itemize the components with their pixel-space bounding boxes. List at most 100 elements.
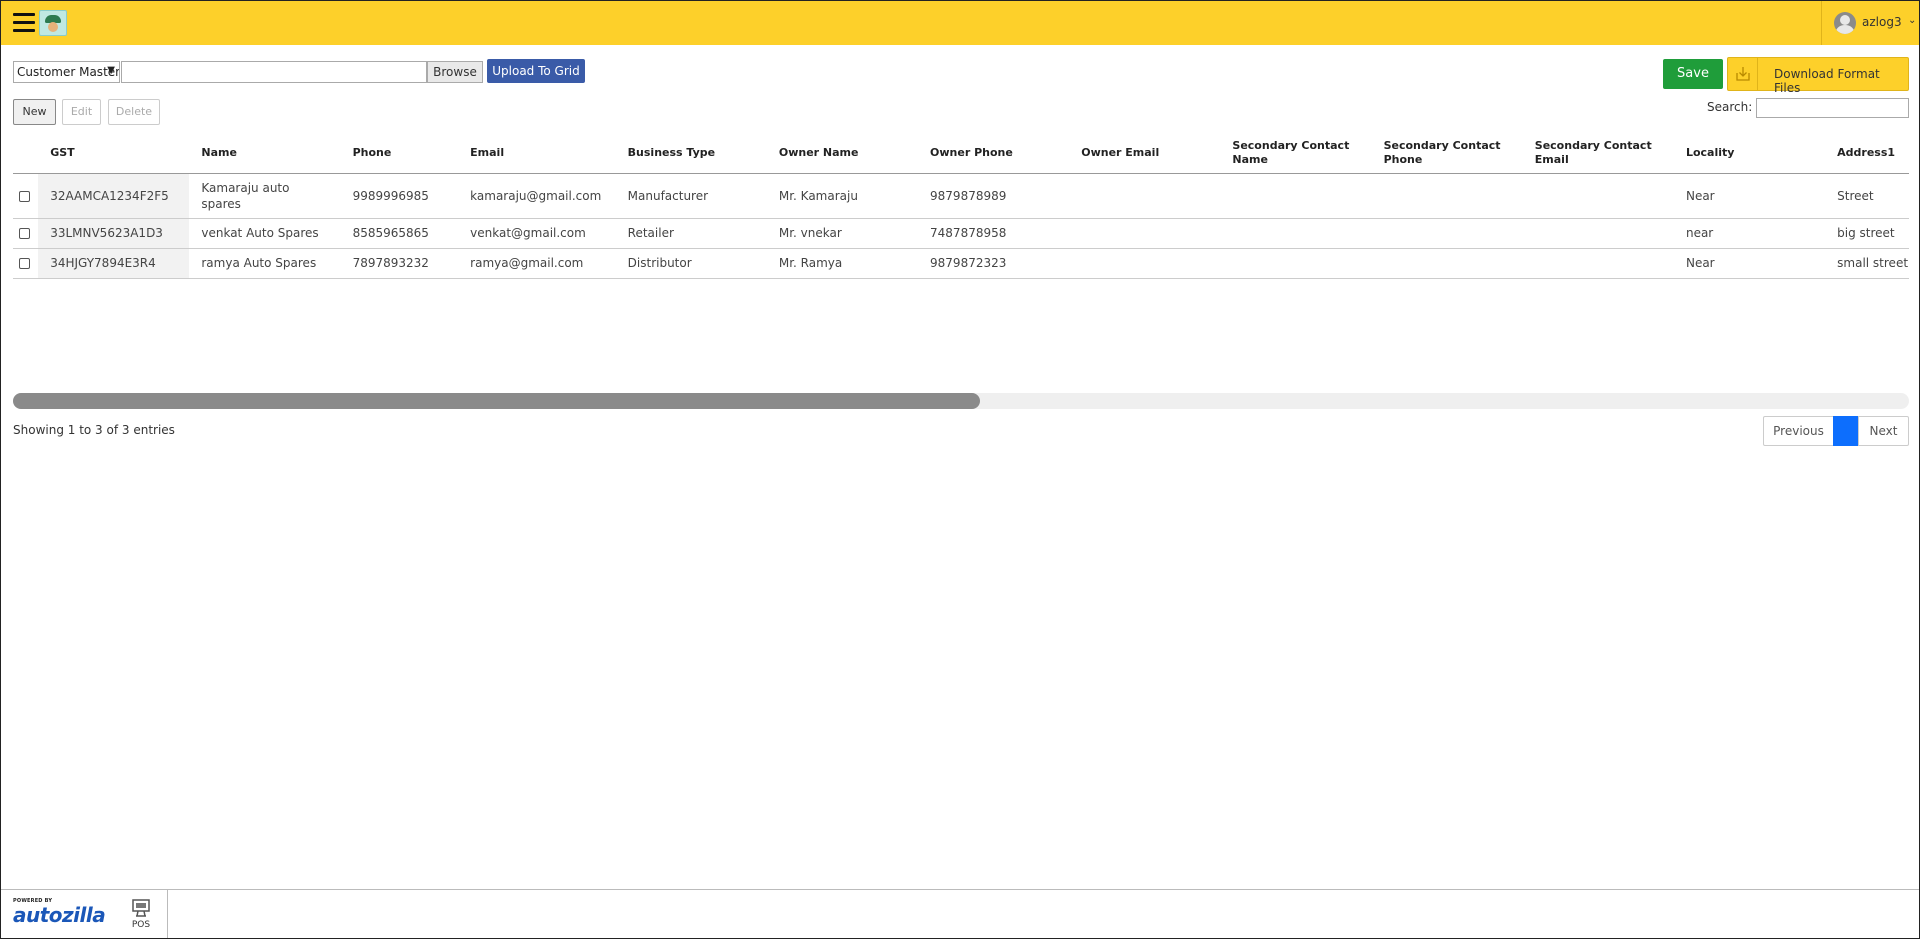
customer-table: GST Name Phone Email Business Type Owner… xyxy=(13,133,1909,279)
cell-business-type: Manufacturer xyxy=(615,173,767,219)
cell-owner-email xyxy=(1069,218,1221,249)
cell-phone: 8585965865 xyxy=(340,218,459,249)
upload-to-grid-button[interactable]: Upload To Grid xyxy=(487,59,585,83)
cell-owner-email xyxy=(1069,173,1221,219)
cell-owner-email xyxy=(1069,248,1221,279)
column-header-secondary-contact-name[interactable]: Secondary Contact Name xyxy=(1220,133,1372,174)
hamburger-menu-icon[interactable] xyxy=(13,13,35,33)
entries-info: Showing 1 to 3 of 3 entries xyxy=(13,423,175,437)
cell-locality: Near xyxy=(1673,248,1826,279)
cell-secondary-contact-email xyxy=(1522,248,1674,279)
cell-business-type: Distributor xyxy=(615,248,767,279)
row-checkbox-cell[interactable] xyxy=(13,248,39,279)
cell-email: venkat@gmail.com xyxy=(458,218,616,249)
cell-secondary-contact-phone xyxy=(1371,218,1523,249)
cell-locality: near xyxy=(1673,218,1826,249)
column-header-phone[interactable]: Phone xyxy=(340,133,459,174)
column-header-address1[interactable]: Address1 xyxy=(1825,133,1909,174)
pos-label: POS xyxy=(131,920,151,930)
master-type-select-value: Customer Master xyxy=(17,65,120,79)
row-checkbox-cell[interactable] xyxy=(13,173,39,219)
edit-button[interactable]: Edit xyxy=(62,99,101,125)
delete-button[interactable]: Delete xyxy=(108,99,160,125)
new-button[interactable]: New xyxy=(13,99,56,125)
download-format-files-label: Download Format Files xyxy=(1774,67,1880,95)
browse-button[interactable]: Browse xyxy=(427,61,483,83)
cell-address1: Street xyxy=(1825,173,1909,219)
search-input[interactable] xyxy=(1756,98,1909,118)
column-header-locality[interactable]: Locality xyxy=(1673,133,1826,174)
user-menu[interactable]: azlog3 ⌄ xyxy=(1821,1,1919,45)
footer-bar: POWERED BY autozilla POS xyxy=(1,889,1919,938)
scrollbar-thumb[interactable] xyxy=(13,393,980,409)
column-header-gst[interactable]: GST xyxy=(38,133,190,174)
row-checkbox[interactable] xyxy=(19,190,30,202)
download-icon xyxy=(1728,58,1758,90)
save-button[interactable]: Save xyxy=(1663,59,1723,89)
cell-secondary-contact-email xyxy=(1522,173,1674,219)
cell-secondary-contact-email xyxy=(1522,218,1674,249)
cell-secondary-contact-phone xyxy=(1371,173,1523,219)
cell-business-type: Retailer xyxy=(615,218,767,249)
column-header-name[interactable]: Name xyxy=(189,133,341,174)
row-checkbox[interactable] xyxy=(19,258,30,269)
horizontal-scrollbar[interactable] xyxy=(13,393,1909,409)
column-header-owner-name[interactable]: Owner Name xyxy=(766,133,919,174)
cell-gst: 33LMNV5623A1D3 xyxy=(38,218,190,249)
column-header-business-type[interactable]: Business Type xyxy=(615,133,767,174)
row-checkbox-cell[interactable] xyxy=(13,218,39,249)
table-row[interactable]: 34HJGY7894E3R4 ramya Auto Spares 7897893… xyxy=(13,248,1909,279)
cell-email: kamaraju@gmail.com xyxy=(458,173,616,219)
cell-name: Kamaraju auto spares xyxy=(189,173,341,219)
search-label: Search: xyxy=(1707,100,1753,114)
pos-terminal-icon xyxy=(132,899,150,917)
cell-phone: 7897893232 xyxy=(340,248,459,279)
cell-gst: 34HJGY7894E3R4 xyxy=(38,248,190,279)
app-window: azlog3 ⌄ Customer Master ▼ Browse Upload… xyxy=(0,0,1920,939)
select-all-header xyxy=(13,133,39,174)
column-header-owner-email[interactable]: Owner Email xyxy=(1069,133,1221,174)
cell-secondary-contact-phone xyxy=(1371,248,1523,279)
pos-launcher[interactable]: POS xyxy=(121,898,161,936)
table-row[interactable]: 32AAMCA1234F2F5 Kamaraju auto spares 998… xyxy=(13,173,1909,219)
select-arrow-icon: ▼ xyxy=(107,65,115,76)
cell-email: ramya@gmail.com xyxy=(458,248,616,279)
cell-owner-phone: 9879878989 xyxy=(918,173,1070,219)
customer-grid: GST Name Phone Email Business Type Owner… xyxy=(13,133,1909,279)
cell-secondary-contact-name xyxy=(1220,218,1372,249)
master-type-select[interactable]: Customer Master ▼ xyxy=(13,61,120,83)
cell-owner-name: Mr. Ramya xyxy=(766,248,919,279)
page-1-button[interactable]: 1 xyxy=(1833,416,1859,446)
cell-address1: small street xyxy=(1825,248,1909,279)
cell-secondary-contact-name xyxy=(1220,248,1372,279)
cell-name: venkat Auto Spares xyxy=(189,218,341,249)
column-header-owner-phone[interactable]: Owner Phone xyxy=(918,133,1070,174)
cell-owner-name: Mr. Kamaraju xyxy=(766,173,919,219)
cell-address1: big street xyxy=(1825,218,1909,249)
row-checkbox[interactable] xyxy=(19,228,30,239)
column-header-secondary-contact-email[interactable]: Secondary Contact Email xyxy=(1522,133,1674,174)
previous-page-button[interactable]: Previous xyxy=(1763,416,1834,446)
cell-gst: 32AAMCA1234F2F5 xyxy=(38,173,190,219)
cell-owner-phone: 9879872323 xyxy=(918,248,1070,279)
avatar-icon xyxy=(1834,12,1856,34)
app-logo[interactable] xyxy=(39,10,67,36)
column-header-email[interactable]: Email xyxy=(458,133,616,174)
table-row[interactable]: 33LMNV5623A1D3 venkat Auto Spares 858596… xyxy=(13,218,1909,249)
username: azlog3 xyxy=(1862,15,1902,29)
file-path-input[interactable] xyxy=(121,61,427,83)
footer-divider xyxy=(167,890,168,938)
column-header-secondary-contact-phone[interactable]: Secondary Contact Phone xyxy=(1371,133,1523,174)
chevron-down-icon: ⌄ xyxy=(1908,15,1917,26)
brand-name: autozilla xyxy=(13,903,106,927)
cell-name: ramya Auto Spares xyxy=(189,248,341,279)
cell-owner-name: Mr. vnekar xyxy=(766,218,919,249)
download-format-files-button[interactable]: Download Format Files xyxy=(1727,57,1909,95)
cell-owner-phone: 7487878958 xyxy=(918,218,1070,249)
next-page-button[interactable]: Next xyxy=(1858,416,1909,446)
cell-locality: Near xyxy=(1673,173,1826,219)
cell-secondary-contact-name xyxy=(1220,173,1372,219)
autozilla-logo: POWERED BY autozilla xyxy=(13,898,106,932)
cell-phone: 9989996985 xyxy=(340,173,459,219)
table-header-row: GST Name Phone Email Business Type Owner… xyxy=(13,133,1909,174)
